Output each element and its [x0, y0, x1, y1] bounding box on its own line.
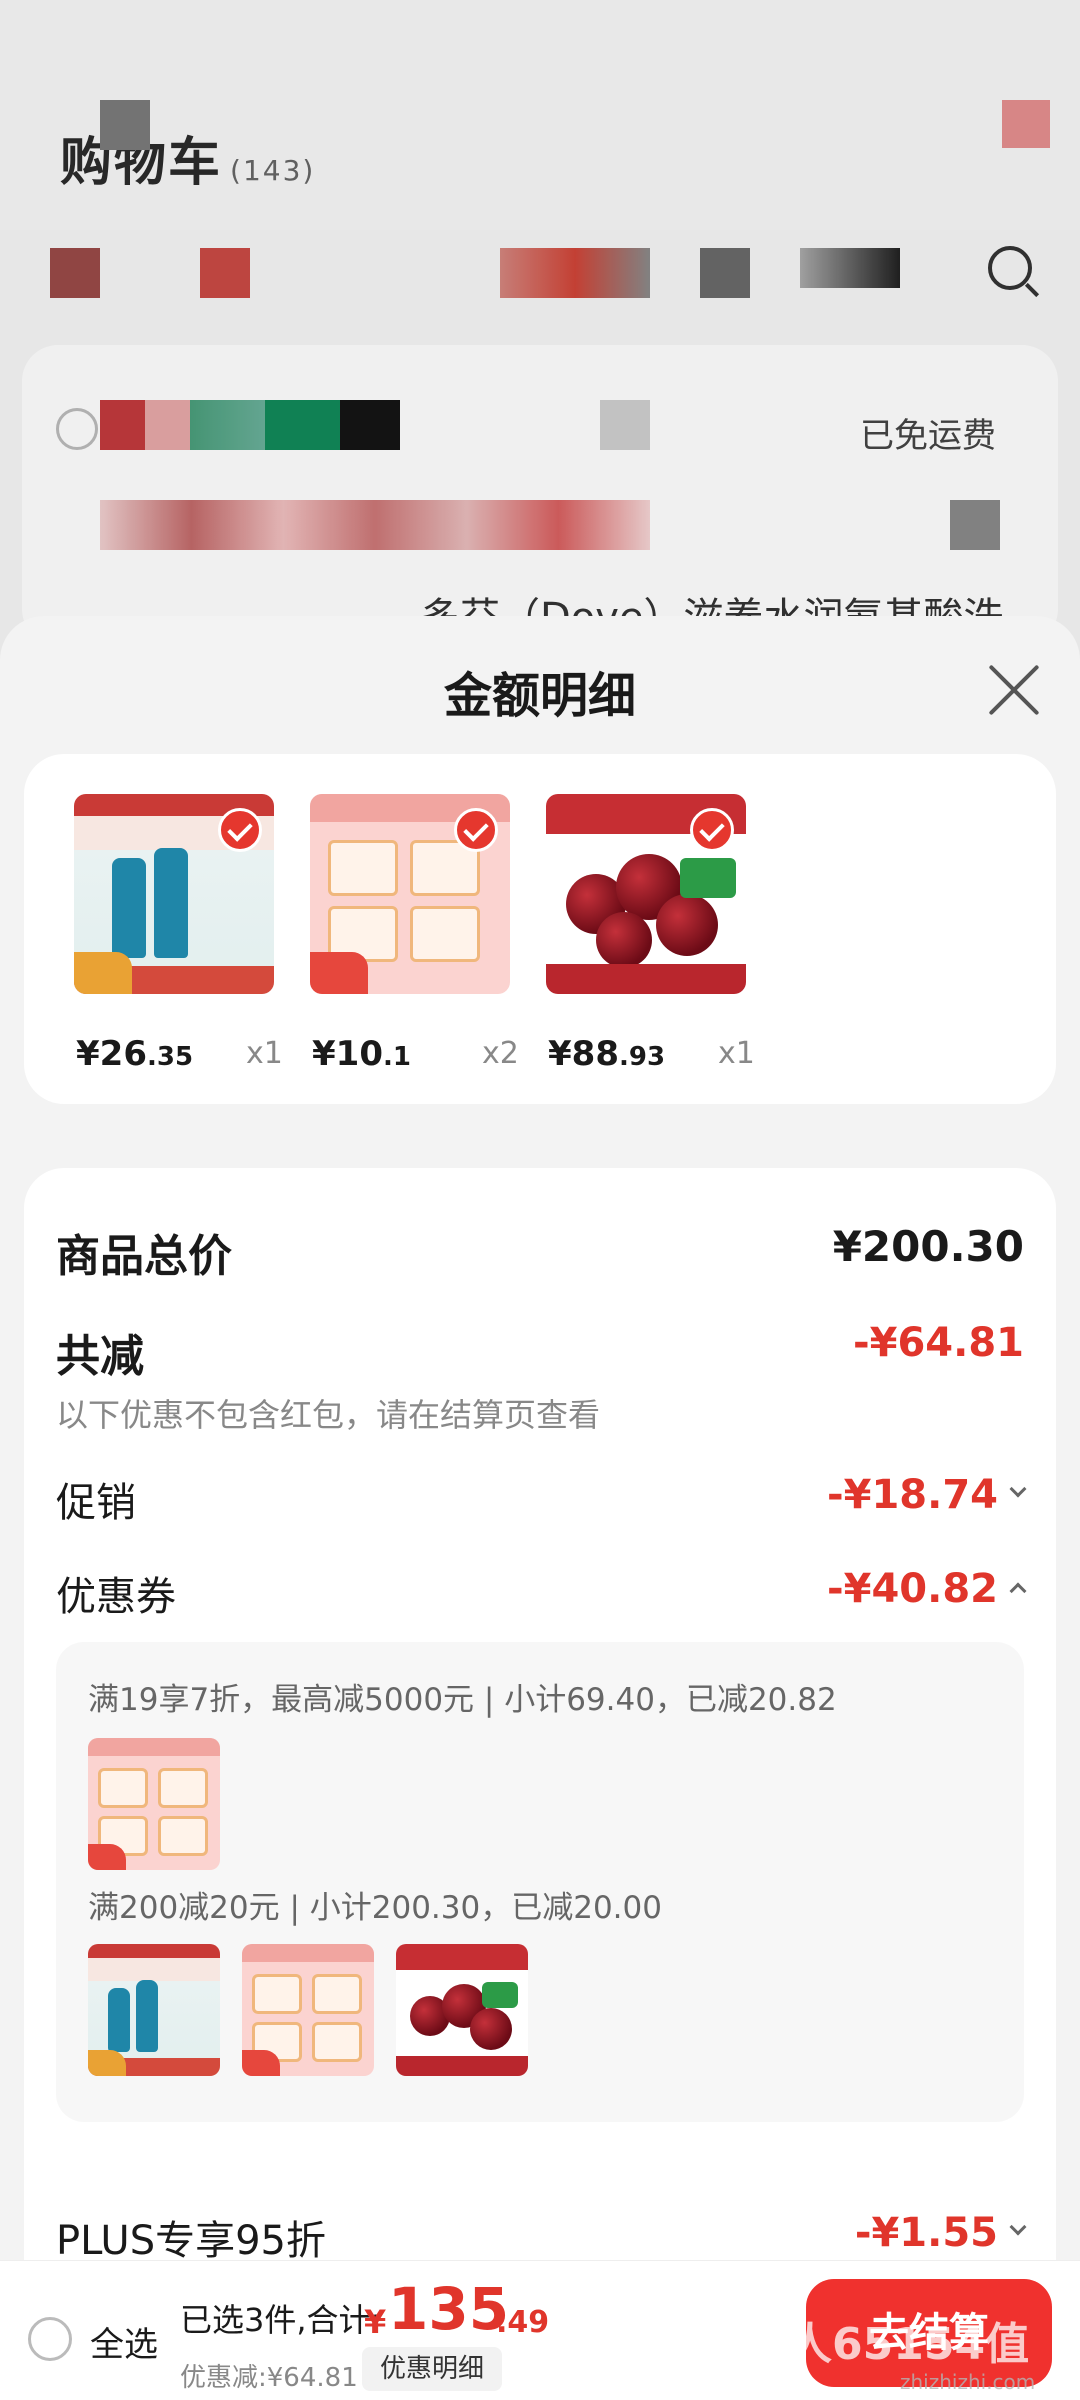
close-icon[interactable]: [984, 660, 1044, 720]
product-price: ¥10.1: [312, 1034, 411, 1074]
sheet-title: 金额明细: [443, 668, 636, 724]
chevron-up-icon: [1009, 1582, 1027, 1600]
product-image-libai: [310, 794, 510, 994]
total-price-label: 商品总价: [56, 1231, 232, 1282]
product-price: ¥26.35: [76, 1034, 194, 1074]
product-strip: ¥26.35 x1 ¥10.1 x2 ¥88.93 x1: [24, 754, 1056, 1104]
amount-detail-sheet: 金额明细 ¥26.35 x1 ¥10.1 x2 ¥88.93 x1 商品总价 ¥…: [0, 616, 1080, 2400]
coupon-label[interactable]: 优惠券: [56, 1564, 176, 1622]
promo-label[interactable]: 促销: [56, 1470, 136, 1528]
plus-discount-label[interactable]: PLUS专享95折: [56, 2208, 326, 2266]
coupon-detail-box: 满19享7折，最高减5000元 | 小计69.40，已减20.82 满200减2…: [56, 1642, 1024, 2122]
product-price: ¥88.93: [548, 1034, 666, 1074]
total-integer: 135: [388, 2275, 510, 2343]
discount-value: -¥64.81: [853, 1320, 1024, 1366]
product-image-cherry: [546, 794, 746, 994]
selected-check-icon: [454, 808, 498, 852]
chevron-down-icon: [1009, 2218, 1027, 2236]
watermark-site: zhizhizhi.com: [900, 2370, 1036, 2394]
product-image-dove: [74, 794, 274, 994]
selected-summary: 已选3件,合计:: [180, 2301, 382, 2339]
discount-hint: 以下优惠不包含红包，请在结算页查看: [56, 1396, 601, 1434]
select-all-radio[interactable]: [28, 2317, 72, 2361]
product-qty: x1: [246, 1036, 283, 1071]
product-item[interactable]: ¥26.35 x1: [24, 794, 283, 1074]
amount-detail-card: 商品总价 ¥200.30 共减 -¥64.81 以下优惠不包含红包，请在结算页查…: [24, 1168, 1056, 2400]
coupon-row-value[interactable]: -¥40.82: [827, 1566, 1027, 1612]
product-item[interactable]: ¥88.93 x1: [496, 794, 755, 1074]
plus-row-value[interactable]: -¥1.55: [855, 2210, 1027, 2256]
discount-label: 共减: [56, 1331, 144, 1382]
product-qty: x1: [718, 1036, 755, 1071]
chevron-down-icon: [1009, 1480, 1027, 1498]
coupon-rule-1: 满19享7折，最高减5000元 | 小计69.40，已减20.82: [88, 1682, 837, 1718]
product-item[interactable]: ¥10.1 x2: [260, 794, 519, 1074]
selected-check-icon: [218, 808, 262, 852]
total-currency: ¥: [364, 2303, 387, 2341]
coupon-product-thumb: [88, 1944, 220, 2076]
promo-row-value[interactable]: -¥18.74: [827, 1472, 1027, 1518]
watermark: 慢星人65154值: [700, 2319, 1030, 2370]
coupon-product-thumb: [242, 1944, 374, 2076]
select-all-label[interactable]: 全选: [90, 2317, 158, 2366]
saved-amount: 优惠减:¥64.81: [180, 2363, 358, 2393]
discount-detail-button[interactable]: 优惠明细: [362, 2347, 502, 2391]
coupon-rule-2: 满200减20元 | 小计200.30，已减20.00: [88, 1890, 662, 1926]
coupon-product-thumb: [88, 1738, 220, 1870]
total-price-value: ¥200.30: [832, 1222, 1024, 1271]
total-decimal: .49: [496, 2305, 550, 2340]
product-qty: x2: [482, 1036, 519, 1071]
selected-check-icon: [690, 808, 734, 852]
coupon-product-thumb: [396, 1944, 528, 2076]
